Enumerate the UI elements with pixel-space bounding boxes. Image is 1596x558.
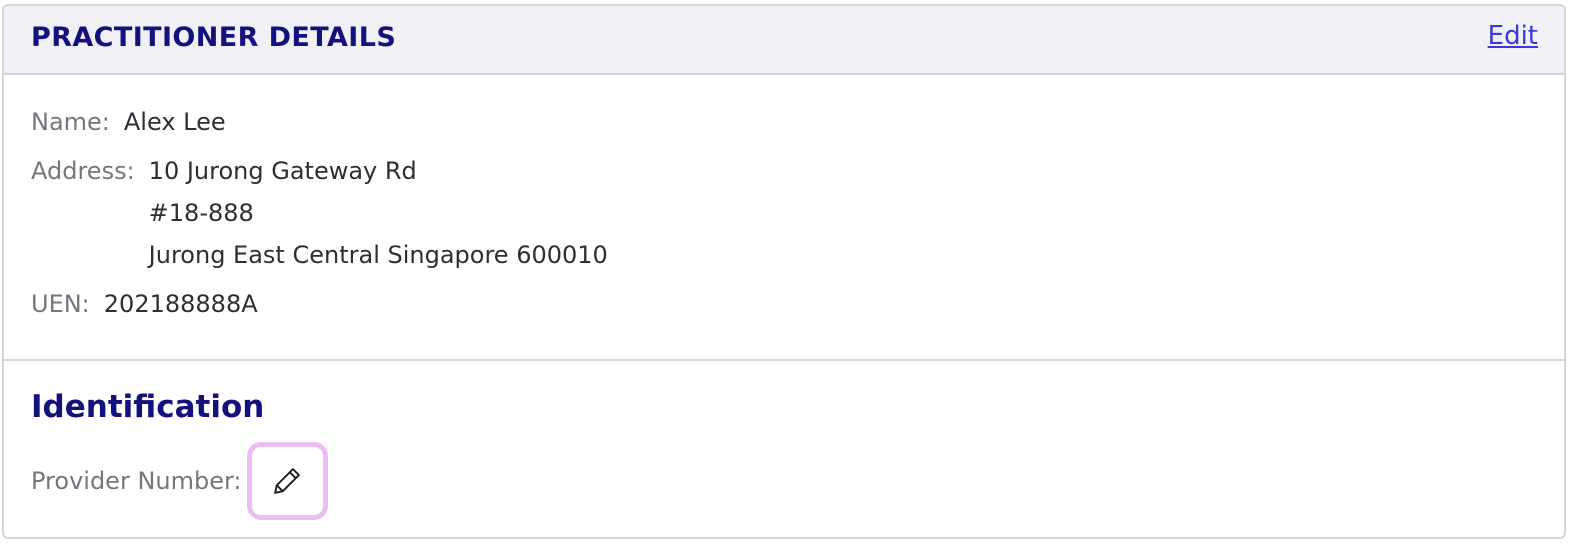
address-line-2: #18-888 xyxy=(148,199,254,227)
card-title: PRACTITIONER DETAILS xyxy=(31,22,397,53)
uen-value: 202188888A xyxy=(103,290,258,318)
address-value: 10 Jurong Gateway Rd #18-888 Jurong East… xyxy=(149,150,608,276)
identification-title: Identification xyxy=(31,389,265,425)
name-value: Alex Lee xyxy=(123,108,226,136)
name-row: Name: Alex Lee xyxy=(31,101,608,143)
provider-number-label: Provider Number: xyxy=(31,467,242,495)
address-row: Address: 10 Jurong Gateway Rd #18-888 Ju… xyxy=(31,150,608,276)
provider-number-edit-button[interactable] xyxy=(246,442,328,520)
provider-number-row: Provider Number: xyxy=(31,439,328,523)
uen-row: UEN: 202188888A xyxy=(31,283,608,325)
pencil-icon xyxy=(274,468,300,494)
card-header: PRACTITIONER DETAILS Edit xyxy=(4,6,1564,75)
practitioner-details: Name: Alex Lee Address: 10 Jurong Gatewa… xyxy=(31,101,608,325)
address-line-1: 10 Jurong Gateway Rd xyxy=(148,157,417,185)
edit-link[interactable]: Edit xyxy=(1488,21,1538,51)
name-label: Name: xyxy=(31,108,110,136)
address-line-3: Jurong East Central Singapore 600010 xyxy=(148,241,608,269)
practitioner-details-card: PRACTITIONER DETAILS Edit Name: Alex Lee… xyxy=(2,4,1566,539)
address-label: Address: xyxy=(31,157,135,185)
section-divider xyxy=(4,359,1564,361)
uen-label: UEN: xyxy=(31,290,90,318)
